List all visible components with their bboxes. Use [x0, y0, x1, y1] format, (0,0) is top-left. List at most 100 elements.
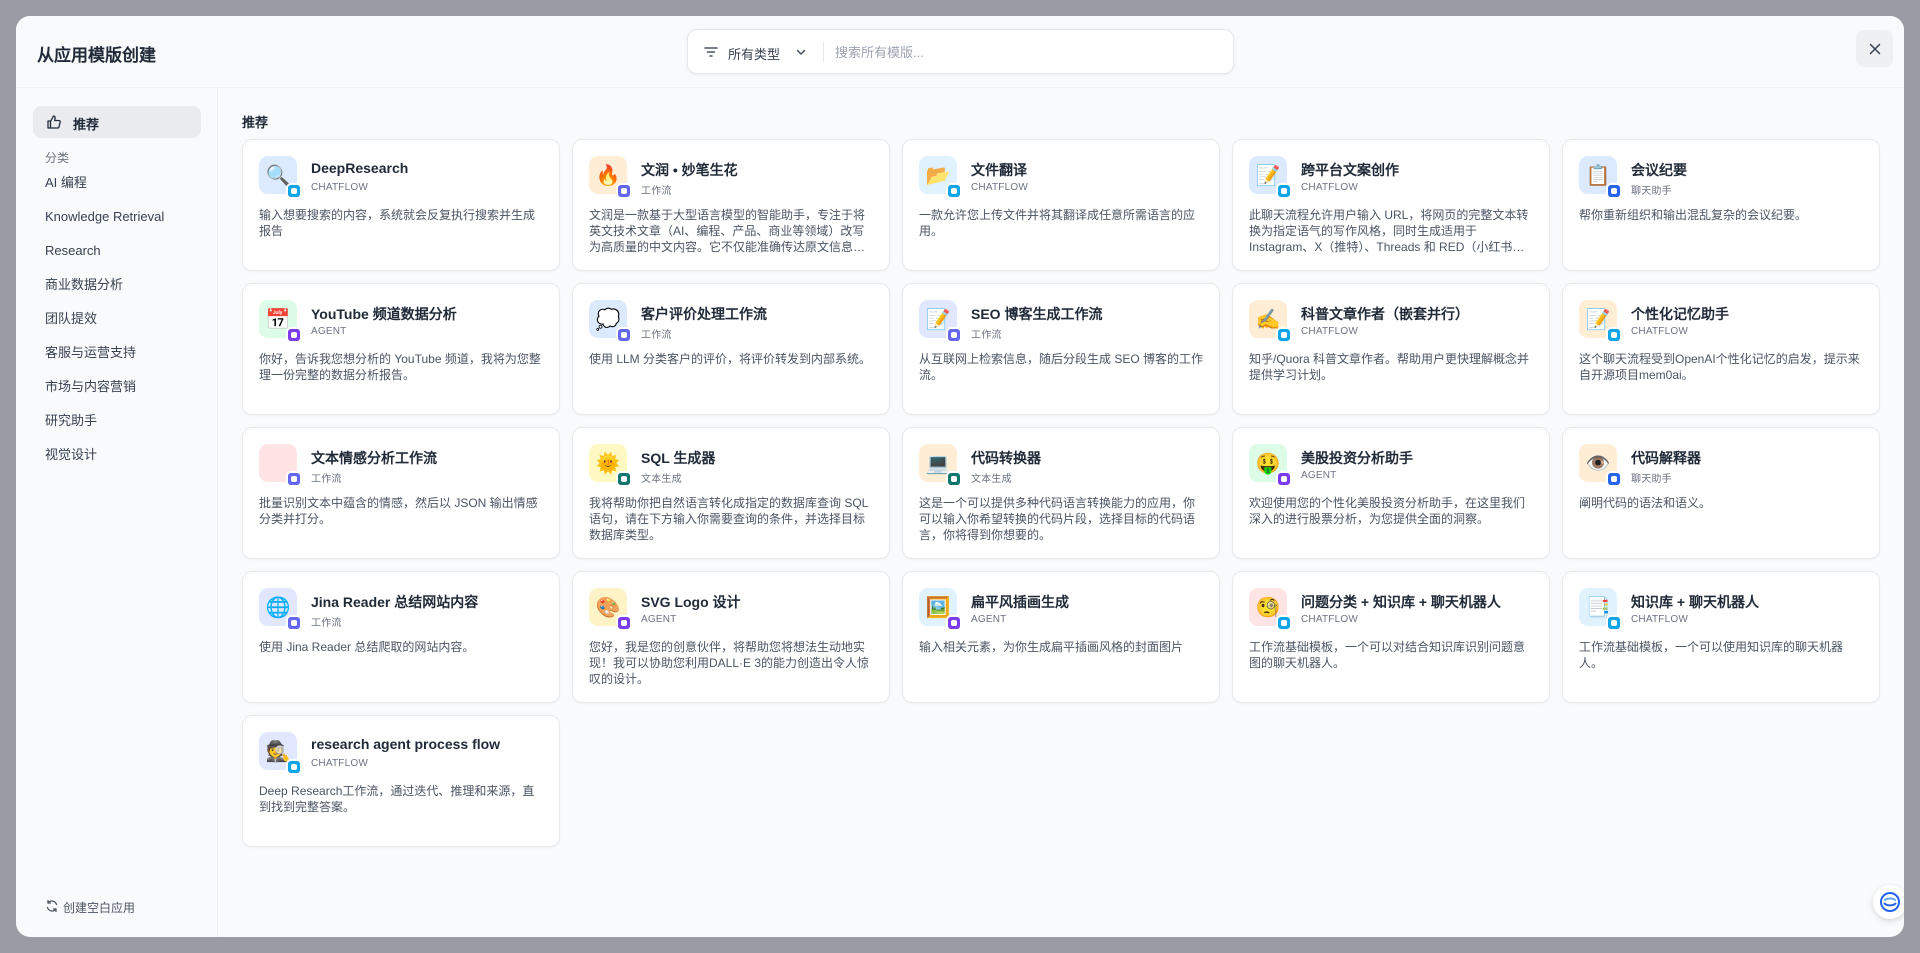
template-card[interactable]: 🕵️ research agent process flow CHATFLOW Dee…	[242, 715, 560, 847]
sidebar-item-category[interactable]: 客服与运营支持	[45, 336, 164, 370]
app-type-badge-icon	[1276, 471, 1292, 487]
card-type: CHATFLOW	[1631, 614, 1688, 625]
template-card[interactable]: ✍️ 科普文章作者（嵌套并行） CHATFLOW 知乎/Quora 科普文章作者。帮助…	[1232, 283, 1550, 415]
app-type-badge-icon	[946, 615, 962, 631]
modal-title: 从应用模版创建	[37, 46, 156, 65]
card-title: 文润 • 妙笔生花	[641, 162, 738, 178]
template-card[interactable]: 文本情感分析工作流 工作流 批量识别文本中蕴含的情感，然后以 JSON 输出情感分类…	[242, 427, 560, 559]
card-description: 输入相关元素，为你生成扁平插画风格的封面图片	[919, 640, 1184, 654]
close-button[interactable]	[1856, 30, 1893, 67]
card-description: 阐明代码的语法和语义。	[1579, 496, 1712, 510]
card-title: 个性化记忆助手	[1631, 306, 1729, 322]
app-type-badge-icon	[1276, 615, 1292, 631]
card-description: 使用 Jina Reader 总结爬取的网站内容。	[259, 640, 475, 654]
card-type: CHATFLOW	[311, 182, 368, 193]
app-type-badge-icon	[616, 183, 632, 199]
template-card[interactable]: 🤑 美股投资分析助手 AGENT 欢迎使用您的个性化美股投资分析助手，在这里我们深入的…	[1232, 427, 1550, 559]
sidebar-item-category[interactable]: 市场与内容营销	[45, 370, 164, 404]
create-blank-label: 创建空白应用	[63, 901, 136, 915]
app-type-badge-icon	[1606, 615, 1622, 631]
card-type: 文本生成	[641, 474, 682, 485]
card-description: 文润是一款基于大型语言模型的智能助手，专注于将英文技术文章（AI、编程、产品、商…	[589, 208, 866, 254]
template-card[interactable]: 🔍 DeepResearch CHATFLOW 输入想要搜索的内容，系统就会反复执行搜…	[242, 139, 560, 271]
close-icon	[1869, 43, 1880, 54]
card-type: 工作流	[641, 186, 672, 197]
card-title: 问题分类 + 知识库 + 聊天机器人	[1301, 594, 1501, 610]
app-type-badge-icon	[616, 327, 632, 343]
card-description: 帮你重新组织和输出混乱复杂的会议纪要。	[1579, 208, 1808, 222]
template-card[interactable]: 🌞 SQL 生成器 文本生成 我将帮助你把自然语言转化成指定的数据库查询 SQL 语句…	[572, 427, 890, 559]
template-card[interactable]: 🔥 文润 • 妙笔生花 工作流 文润是一款基于大型语言模型的智能助手，专注于将英文技术…	[572, 139, 890, 271]
help-chat-icon	[1880, 892, 1900, 912]
help-button[interactable]	[1873, 885, 1904, 919]
template-main: 推荐 🔍 DeepResearch CHATFLOW 输入想要搜索的内容，系统就会反复…	[219, 88, 1904, 937]
app-type-badge-icon	[286, 471, 302, 487]
template-card[interactable]: 💭 客户评价处理工作流 工作流 使用 LLM 分类客户的评价，将评价转发到内部系统。	[572, 283, 890, 415]
template-card[interactable]: 📋 会议纪要 聊天助手 帮你重新组织和输出混乱复杂的会议纪要。	[1562, 139, 1880, 271]
card-title: 文本情感分析工作流	[311, 450, 437, 466]
sidebar-item-category[interactable]: Research	[45, 234, 164, 268]
card-description: 此聊天流程允许用户输入 URL，将网页的完整文本转换为指定语气的写作风格，同时生…	[1249, 208, 1529, 254]
template-card[interactable]: 💻 代码转换器 文本生成 这是一个可以提供多种代码语言转换能力的应用，你可以输入你希望…	[902, 427, 1220, 559]
filter-icon[interactable]	[703, 44, 719, 60]
card-type: 聊天助手	[1631, 186, 1672, 197]
card-title: DeepResearch	[311, 160, 409, 176]
template-card[interactable]: 🖼️ 扁平风插画生成 AGENT 输入相关元素，为你生成扁平插画风格的封面图片	[902, 571, 1220, 703]
category-section-label: 分类	[45, 151, 70, 165]
template-card[interactable]: 📅 YouTube 频道数据分析 AGENT 你好，告诉我您想分析的 YouTube …	[242, 283, 560, 415]
sidebar-item-recommend[interactable]: 推荐	[33, 106, 201, 138]
app-type-badge-icon	[946, 327, 962, 343]
card-type: 工作流	[971, 330, 1002, 341]
card-title: 会议纪要	[1631, 162, 1687, 178]
card-title: YouTube 频道数据分析	[311, 306, 457, 322]
app-type-badge-icon	[286, 759, 302, 775]
template-card[interactable]: 📂 文件翻译 CHATFLOW 一款允许您上传文件并将其翻译成任意所需语言的应用。	[902, 139, 1220, 271]
app-type-badge-icon	[286, 183, 302, 199]
card-type: 工作流	[311, 618, 342, 629]
app-type-badge-icon	[1606, 183, 1622, 199]
template-card[interactable]: 📝 跨平台文案创作 CHATFLOW 此聊天流程允许用户输入 URL，将网页的完整文本…	[1232, 139, 1550, 271]
card-title: Jina Reader 总结网站内容	[311, 594, 479, 610]
app-type-badge-icon	[1276, 183, 1292, 199]
sidebar-item-category[interactable]: 研究助手	[45, 404, 164, 438]
modal-header: 从应用模版创建 所有类型	[16, 16, 1904, 88]
sidebar-item-category[interactable]: Knowledge Retrieval	[45, 200, 164, 234]
sidebar-item-category[interactable]: 商业数据分析	[45, 268, 164, 302]
sidebar-item-category[interactable]: 团队提效	[45, 302, 164, 336]
card-description: 知乎/Quora 科普文章作者。帮助用户更快理解概念并提供学习计划。	[1249, 352, 1530, 382]
search-input[interactable]	[835, 39, 1215, 65]
card-title: 科普文章作者（嵌套并行）	[1301, 306, 1469, 322]
card-type: CHATFLOW	[971, 182, 1028, 193]
card-type: AGENT	[1301, 470, 1337, 481]
card-description: 我将帮助你把自然语言转化成指定的数据库查询 SQL 语句，请在下方输入你需要查询…	[589, 496, 868, 542]
card-description: 你好，告诉我您想分析的 YouTube 频道，我将为您整理一份完整的数据分析报告…	[259, 352, 541, 382]
card-description: 工作流基础模板，一个可以使用知识库的聊天机器人。	[1579, 640, 1844, 670]
template-card[interactable]: 🌐 Jina Reader 总结网站内容 工作流 使用 Jina Reader 总结爬…	[242, 571, 560, 703]
card-type: AGENT	[971, 614, 1007, 625]
template-card[interactable]: 📑 知识库 + 聊天机器人 CHATFLOW 工作流基础模板，一个可以使用知识库的聊天…	[1562, 571, 1880, 703]
template-card[interactable]: 📝 SEO 博客生成工作流 工作流 从互联网上检索信息，随后分段生成 SEO 博客的工…	[902, 283, 1220, 415]
sidebar-item-category[interactable]: 视觉设计	[45, 438, 164, 472]
card-type: AGENT	[641, 614, 677, 625]
card-title: 代码转换器	[971, 450, 1041, 466]
category-list: AI 编程 Knowledge Retrieval Research 商业数据分…	[45, 166, 164, 472]
card-description: 输入想要搜索的内容，系统就会反复执行搜索并生成报告	[259, 208, 536, 238]
card-description: 这是一个可以提供多种代码语言转换能力的应用，你可以输入你希望转换的代码片段，选择…	[919, 496, 1196, 542]
card-title: SEO 博客生成工作流	[971, 306, 1103, 322]
template-card[interactable]: 👁️ 代码解释器 聊天助手 阐明代码的语法和语义。	[1562, 427, 1880, 559]
card-description: 使用 LLM 分类客户的评价，将评价转发到内部系统。	[589, 352, 872, 366]
card-type: CHATFLOW	[1301, 614, 1358, 625]
template-card[interactable]: 🧐 问题分类 + 知识库 + 聊天机器人 CHATFLOW 工作流基础模板，一个可以对…	[1232, 571, 1550, 703]
card-title: 文件翻译	[971, 162, 1027, 178]
template-card[interactable]: 📝 个性化记忆助手 CHATFLOW 这个聊天流程受到OpenAI个性化记忆的启发，提…	[1562, 283, 1880, 415]
template-card[interactable]: 🎨 SVG Logo 设计 AGENT 您好，我是您的创意伙伴，将帮助您将想法生动地实…	[572, 571, 890, 703]
app-type-badge-icon	[1276, 327, 1292, 343]
sidebar-item-category[interactable]: AI 编程	[45, 166, 164, 200]
thumbs-up-icon	[47, 115, 61, 129]
app-type-badge-icon	[946, 471, 962, 487]
card-title: 跨平台文案创作	[1301, 162, 1399, 178]
type-filter-dropdown[interactable]: 所有类型	[728, 44, 780, 63]
chevron-down-icon[interactable]	[794, 45, 808, 59]
app-type-badge-icon	[1606, 471, 1622, 487]
card-title: 知识库 + 聊天机器人	[1631, 594, 1759, 610]
